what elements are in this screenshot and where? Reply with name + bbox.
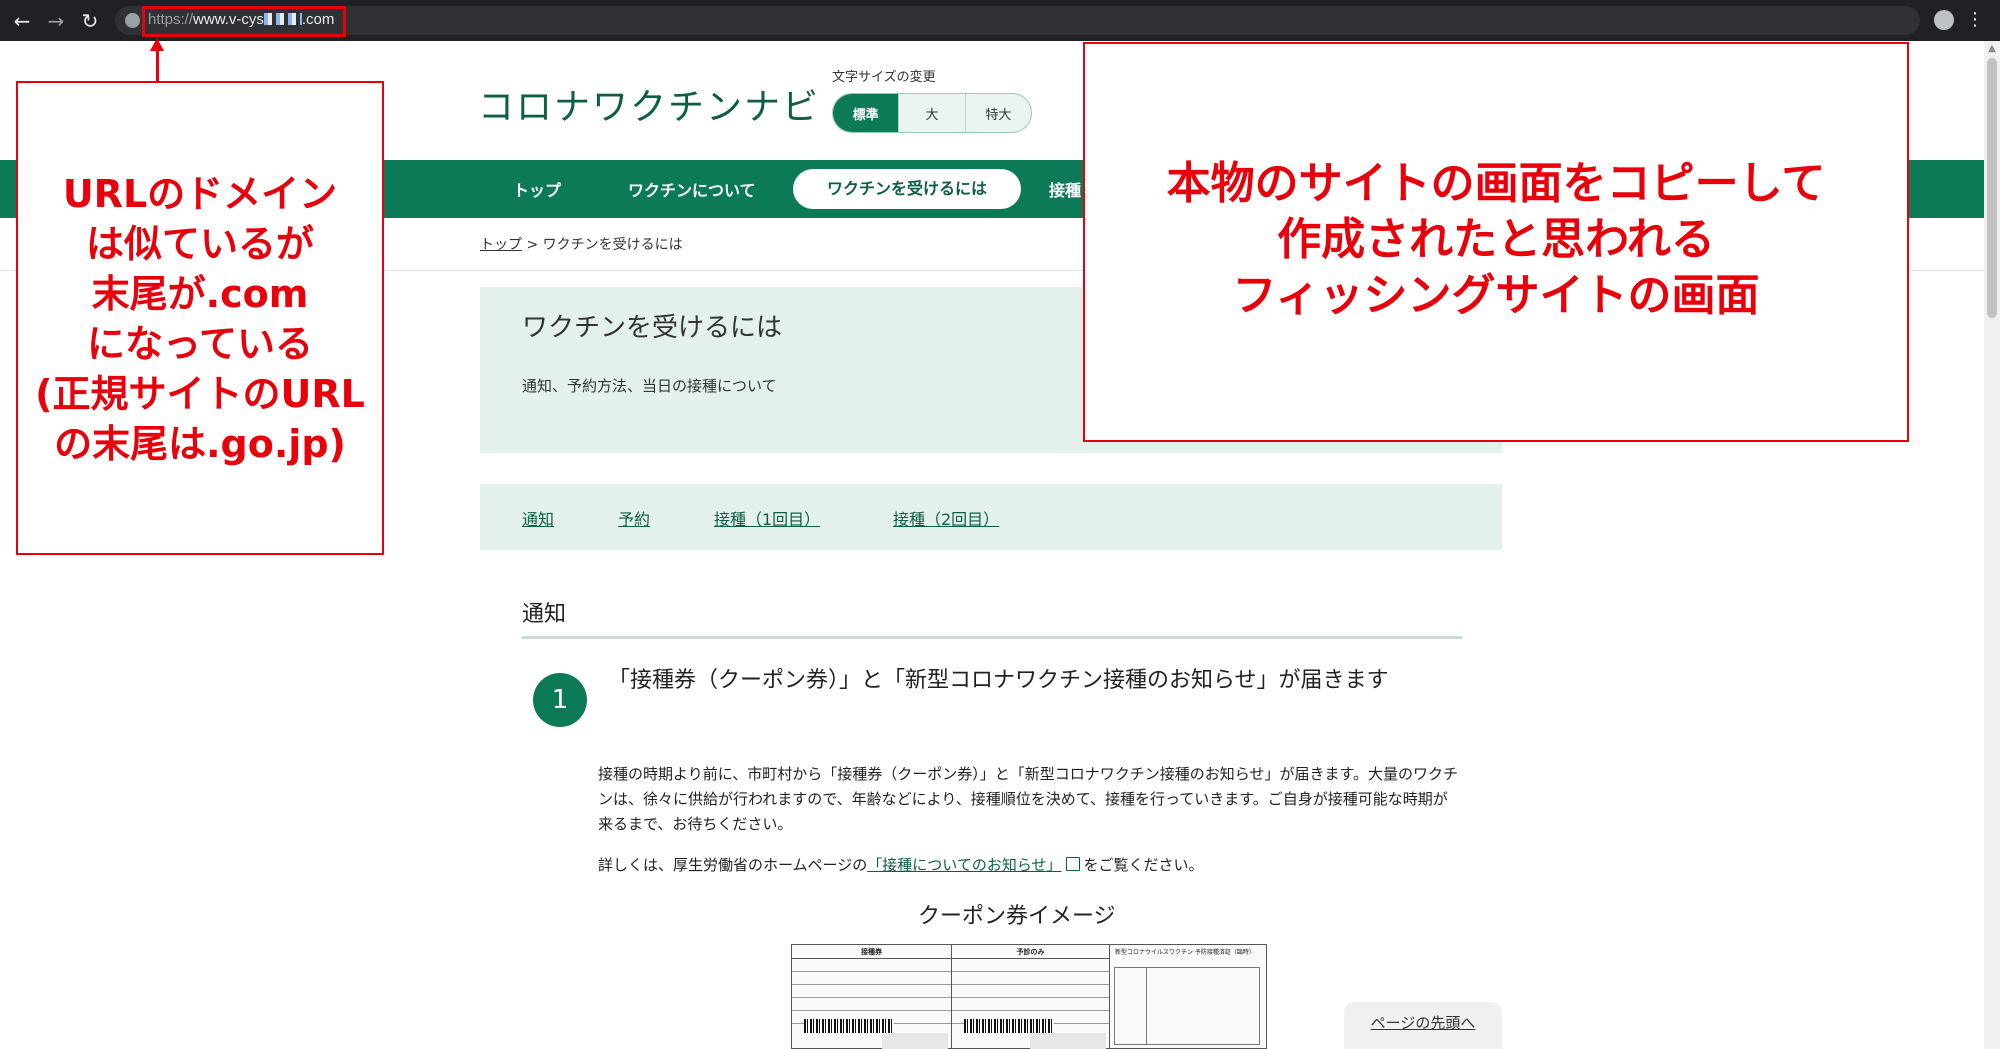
arrow-left-icon[interactable]: ← xyxy=(10,9,34,33)
coupon-ticket-header: 接種券 xyxy=(792,945,951,959)
arrow-right-icon[interactable]: → xyxy=(44,9,68,33)
section-heading: 通知 xyxy=(522,602,567,627)
step-number-badge: 1 xyxy=(533,673,587,727)
breadcrumb-current: ワクチンを受けるには xyxy=(542,237,683,253)
detail-prefix: 詳しくは、厚生労働省のホームページの xyxy=(598,856,868,874)
in-page-nav: 通知 予約 接種（1回目） 接種（2回目） xyxy=(480,484,1502,550)
annotation-phishing-text: 本物のサイトの画面をコピーして 作成されたと思われる フィッシングサイトの画面 xyxy=(1166,158,1826,321)
coupon-caption: クーポン券イメージ xyxy=(918,904,1116,929)
annotation-phishing-callout: 本物のサイトの画面をコピーして 作成されたと思われる フィッシングサイトの画面 xyxy=(1083,42,1909,442)
font-size-switcher: 標準 大 特大 xyxy=(832,93,1032,133)
address-bar[interactable]: https://www.v-cys .com xyxy=(115,6,1920,35)
detail-paragraph: 詳しくは、厚生労働省のホームページの「接種についてのお知らせ」 をご覧ください。 xyxy=(598,854,1458,875)
annotation-arrow-line xyxy=(156,49,159,81)
detail-suffix: をご覧ください。 xyxy=(1083,856,1204,874)
breadcrumb: トップ > ワクチンを受けるには xyxy=(480,234,683,254)
nav-item-about-vaccine[interactable]: ワクチンについて xyxy=(628,177,756,201)
mhlw-notice-link[interactable]: 「接種についてのお知らせ」 xyxy=(867,856,1061,874)
scrollbar-thumb[interactable] xyxy=(1987,58,1997,318)
step-title: 「接種券（クーポン券）」と「新型コロナワクチン接種のお知らせ」が届きます xyxy=(608,668,1389,693)
nav-item-get-vaccinated[interactable]: ワクチンを受けるには xyxy=(793,169,1022,209)
annotation-url-highlight xyxy=(142,6,346,37)
coupon-certificate-panel: 新型コロナウイルスワクチン 予防接種済証（臨時） xyxy=(1110,945,1266,1049)
font-size-large-button[interactable]: 大 xyxy=(899,94,966,132)
breadcrumb-home-link[interactable]: トップ xyxy=(480,237,522,253)
back-to-top-label: ページの先頭へ xyxy=(1370,1014,1476,1032)
coupon-ticket-panel: 接種券 xyxy=(792,945,952,1049)
font-size-label: 文字サイズの変更 xyxy=(832,70,936,85)
coupon-certificate-header: 新型コロナウイルスワクチン 予防接種済証（臨時） xyxy=(1115,949,1255,956)
page-subtitle: 通知、予約方法、当日の接種について xyxy=(522,377,777,395)
reload-icon[interactable]: ↻ xyxy=(78,9,102,33)
coupon-prediagnosis-panel: 予診のみ xyxy=(952,945,1110,1049)
annotation-url-callout: URLのドメイン は似ているが 末尾が.com になっている (正規サイトのUR… xyxy=(16,81,384,555)
back-to-top-button[interactable]: ページの先頭へ xyxy=(1344,1002,1502,1049)
site-logo[interactable]: コロナワクチンナビ xyxy=(478,78,820,130)
site-info-icon[interactable] xyxy=(125,13,140,28)
body-paragraph: 接種の時期より前に、市町村から「接種券（クーポン券）」と「新型コロナワクチン接種… xyxy=(598,765,1458,833)
nav-item-top[interactable]: トップ xyxy=(513,177,561,201)
anchor-link-dose-2[interactable]: 接種（2回目） xyxy=(893,506,999,530)
nav-item-vaccination[interactable]: 接種 xyxy=(1049,177,1081,201)
coupon-prediagnosis-header: 予診のみ xyxy=(952,945,1109,959)
external-link-icon xyxy=(1065,857,1080,871)
coupon-image: 接種券 予診のみ 新型コロナウイルスワクチン 予防接種済証（臨時） xyxy=(791,944,1267,1049)
annotation-url-text: URLのドメイン は似ているが 末尾が.com になっている (正規サイトのUR… xyxy=(35,172,365,466)
breadcrumb-separator: > xyxy=(522,237,543,253)
profile-icon[interactable] xyxy=(1934,10,1954,30)
scroll-up-icon[interactable]: ▲ xyxy=(1986,44,1998,54)
more-menu-icon[interactable]: ⋮ xyxy=(1966,8,1984,32)
font-size-xlarge-button[interactable]: 特大 xyxy=(966,94,1031,132)
anchor-link-reservation[interactable]: 予約 xyxy=(618,506,650,530)
anchor-link-dose-1[interactable]: 接種（1回目） xyxy=(714,506,820,530)
page-title: ワクチンを受けるには xyxy=(522,313,783,343)
section-rule xyxy=(522,636,1462,639)
font-size-standard-button[interactable]: 標準 xyxy=(833,94,900,132)
anchor-link-notice[interactable]: 通知 xyxy=(522,506,554,530)
